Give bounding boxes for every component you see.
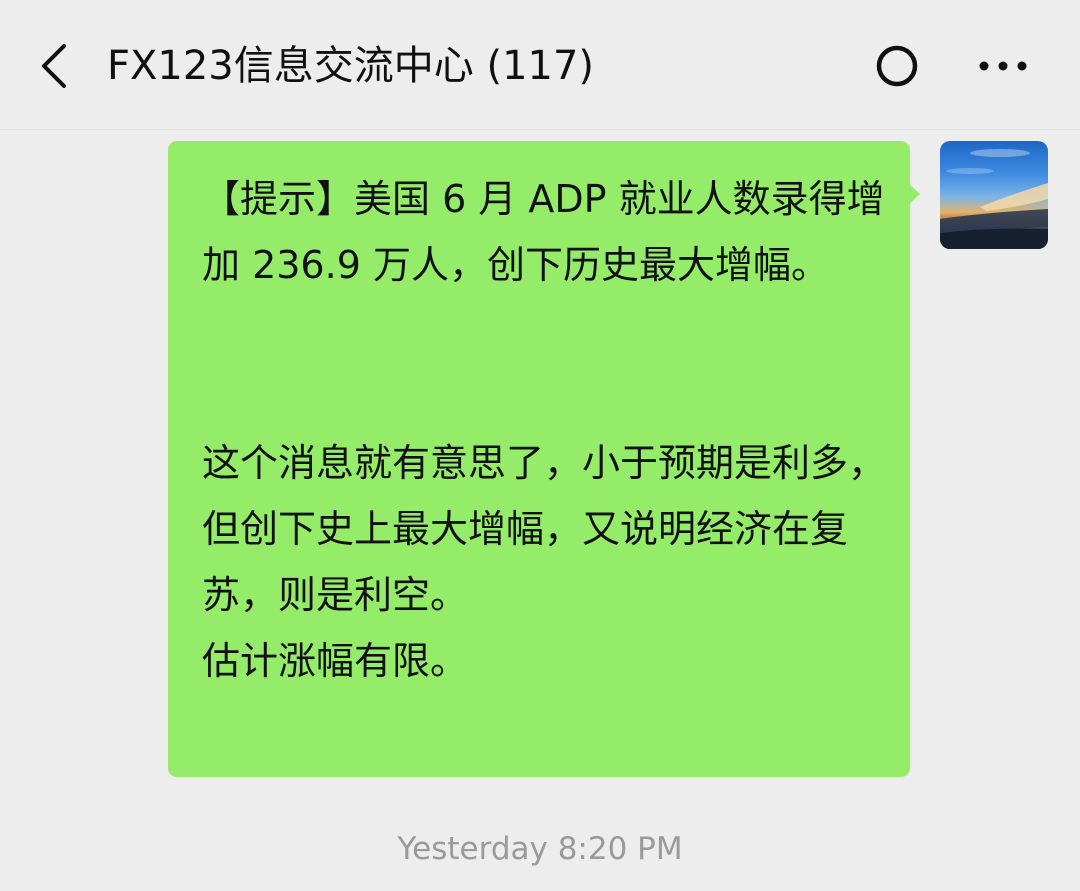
bubble-tail — [908, 183, 920, 205]
avatar[interactable] — [940, 141, 1048, 249]
more-horizontal-icon — [979, 61, 1027, 71]
chevron-left-icon — [42, 44, 66, 88]
avatar-image — [940, 149, 1048, 249]
message-bubble[interactable]: 【提示】美国 6 月 ADP 就业人数录得增加 236.9 万人，创下历史最大增… — [168, 141, 910, 777]
header-divider — [0, 129, 1080, 130]
mini-program-button[interactable] — [872, 41, 922, 91]
chat-title: FX123信息交流中心 (117) — [107, 43, 595, 89]
circle-icon — [876, 45, 918, 87]
more-button[interactable] — [972, 41, 1034, 91]
message-timestamp: Yesterday 8:20 PM — [397, 831, 683, 867]
message-text: 【提示】美国 6 月 ADP 就业人数录得增加 236.9 万人，创下历史最大增… — [202, 177, 887, 683]
chat-header: FX123信息交流中心 (117) — [0, 0, 1080, 130]
back-button[interactable] — [30, 38, 80, 94]
